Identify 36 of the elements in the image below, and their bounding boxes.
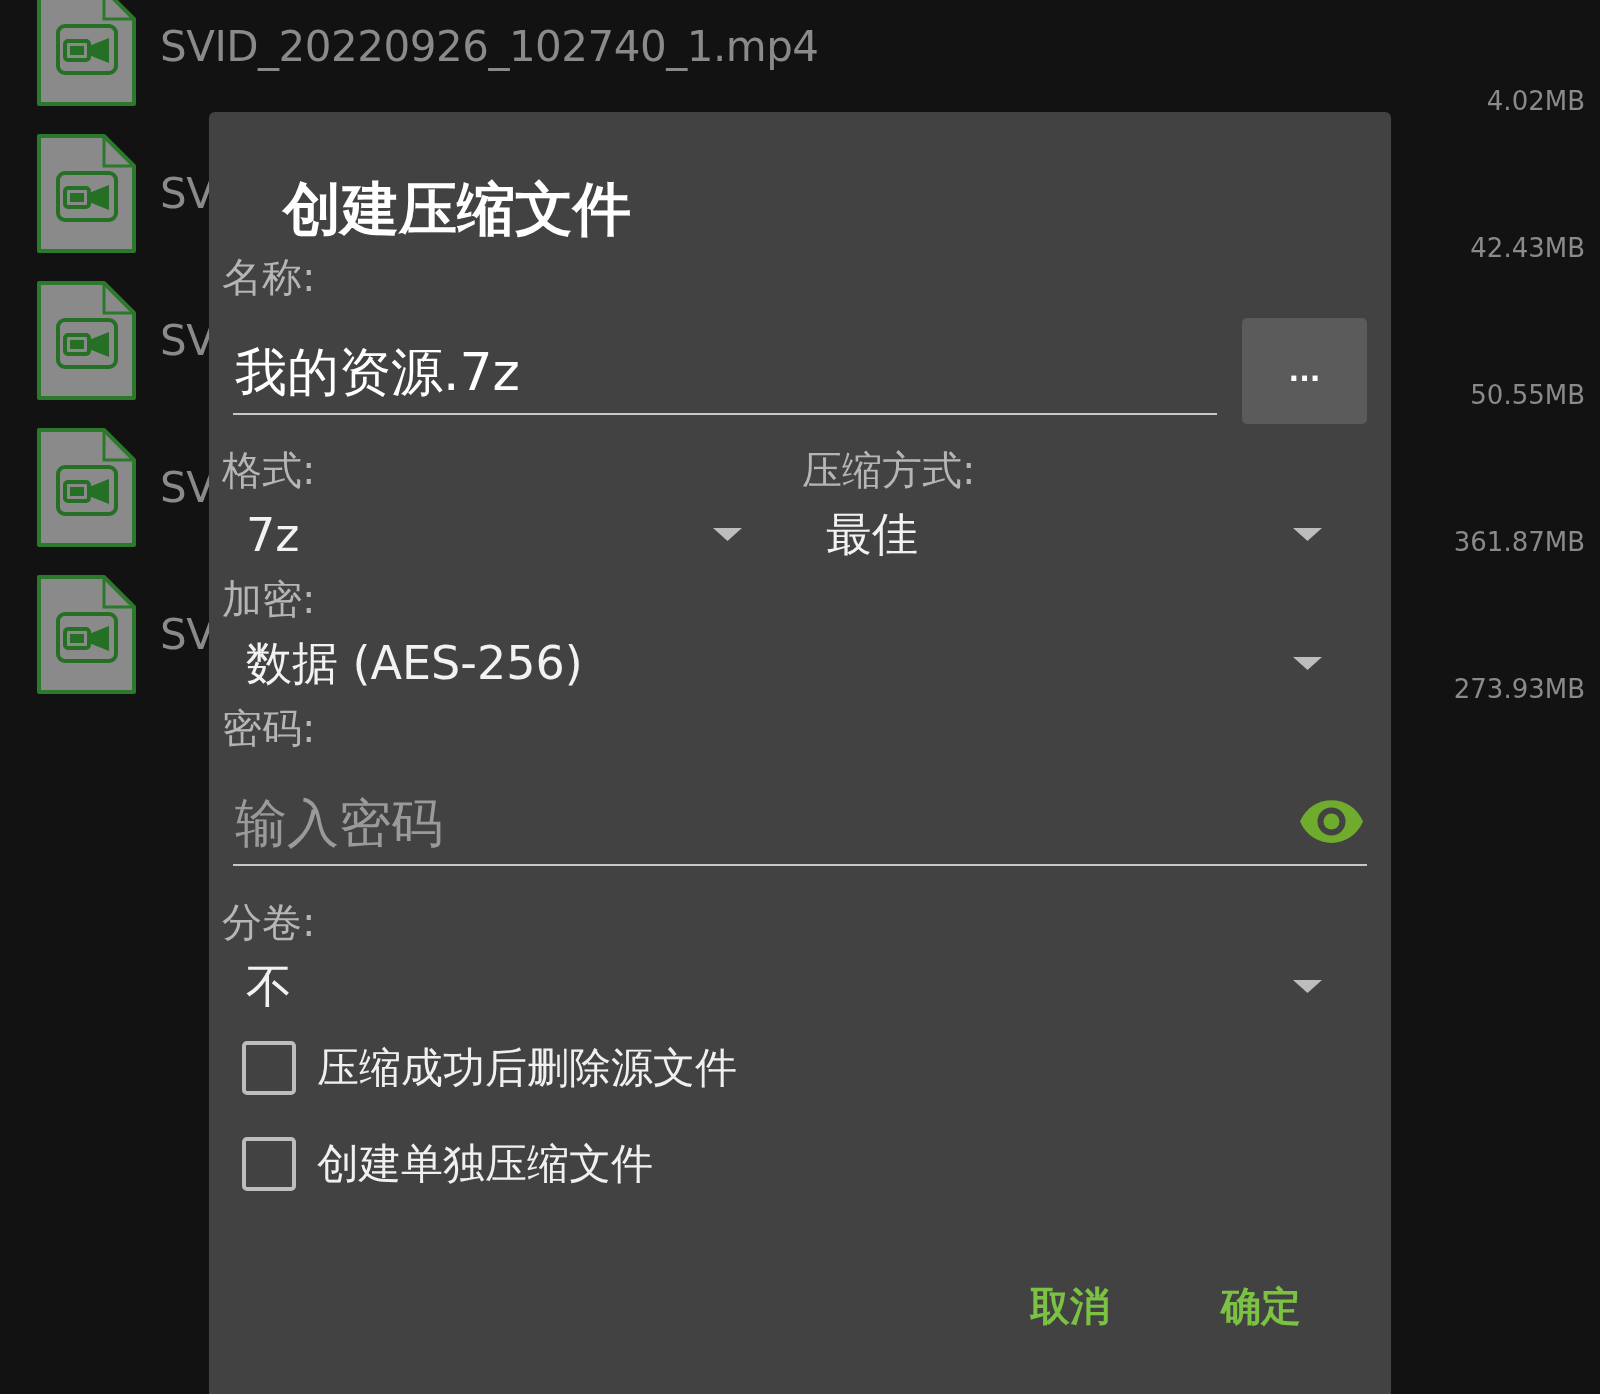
file-name: SVID_20220926_102740_1.mp4 xyxy=(160,22,819,72)
video-file-icon xyxy=(37,134,136,253)
caret-icon xyxy=(1293,657,1322,670)
method-dropdown[interactable]: 最佳 xyxy=(802,501,1358,568)
split-label: 分卷: xyxy=(222,898,316,947)
password-label: 密码: xyxy=(222,704,316,753)
video-file-icon xyxy=(37,575,136,694)
browse-button[interactable]: ... xyxy=(1242,318,1367,424)
method-label: 压缩方式: xyxy=(802,446,976,495)
encryption-dropdown[interactable]: 数据 (AES-256) xyxy=(222,630,1358,697)
video-file-icon xyxy=(37,0,136,106)
encryption-label: 加密: xyxy=(222,575,316,624)
format-label: 格式: xyxy=(222,446,316,495)
dialog-title: 创建压缩文件 xyxy=(283,174,631,244)
format-dropdown[interactable]: 7z xyxy=(222,501,778,568)
cancel-button[interactable]: 取消 xyxy=(1010,1266,1130,1346)
eye-icon[interactable] xyxy=(1299,799,1364,844)
caret-icon xyxy=(1293,528,1322,541)
caret-icon xyxy=(713,528,742,541)
checkbox-label[interactable]: 创建单独压缩文件 xyxy=(317,1136,653,1192)
file-size: 50.55MB xyxy=(1470,380,1585,410)
checkbox-label[interactable]: 压缩成功后删除源文件 xyxy=(317,1040,737,1096)
confirm-button[interactable]: 确定 xyxy=(1201,1266,1321,1346)
name-label: 名称: xyxy=(222,253,316,302)
file-size: 4.02MB xyxy=(1486,86,1585,116)
file-size: 361.87MB xyxy=(1453,527,1585,557)
password-input[interactable]: 输入密码 xyxy=(233,759,1367,866)
caret-icon xyxy=(1293,980,1322,993)
checkbox[interactable] xyxy=(242,1137,296,1191)
checkbox[interactable] xyxy=(242,1041,296,1095)
file-size: 273.93MB xyxy=(1453,674,1585,704)
name-input[interactable]: 我的资源.7z xyxy=(233,318,1217,415)
video-file-icon xyxy=(37,281,136,400)
split-dropdown[interactable]: 不 xyxy=(222,953,1358,1020)
video-file-icon xyxy=(37,428,136,547)
file-size: 42.43MB xyxy=(1470,233,1585,263)
